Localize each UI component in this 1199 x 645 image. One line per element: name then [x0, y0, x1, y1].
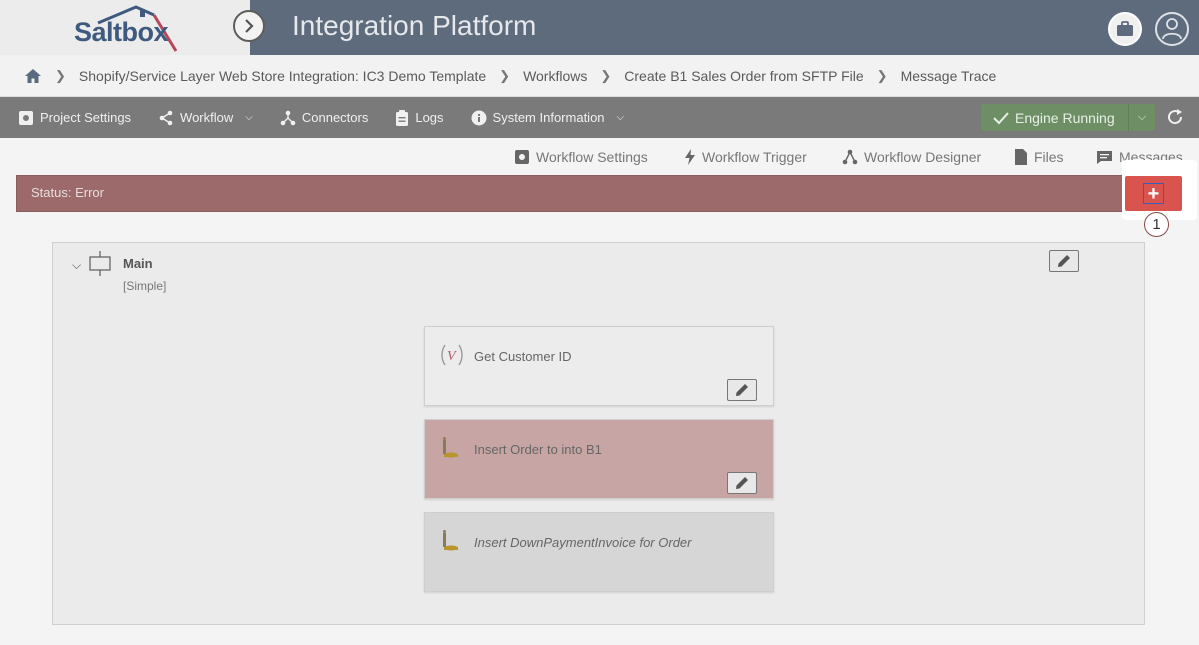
chevron-right-icon: ❯ — [876, 67, 888, 83]
app-title: Integration Platform — [292, 10, 537, 41]
breadcrumb: ❯ Shopify/Service Layer Web Store Integr… — [0, 55, 1199, 97]
chevron-down-icon: ⌵ — [245, 112, 253, 123]
user-profile-button[interactable] — [1155, 12, 1189, 46]
lightning-icon — [685, 149, 695, 165]
submenu-label: Workflow Trigger — [702, 149, 807, 165]
edit-workflow-button[interactable] — [1049, 250, 1079, 272]
step-badge: 1 — [1144, 212, 1169, 237]
briefcase-icon — [1117, 21, 1133, 36]
menu-logs[interactable]: Logs — [395, 109, 444, 126]
chevron-right-icon: ❯ — [600, 67, 612, 83]
gear-icon — [515, 150, 529, 164]
engine-status-label: Engine Running — [1015, 109, 1115, 126]
menu-label: Workflow — [180, 110, 234, 125]
submenu-workflow-settings[interactable]: Workflow Settings — [514, 149, 648, 165]
pencil-icon — [1058, 255, 1070, 267]
gear-icon — [19, 110, 33, 125]
svg-text:V: V — [447, 349, 457, 364]
connectors-icon — [280, 110, 296, 125]
breadcrumb-workflows[interactable]: Workflows — [523, 68, 587, 84]
workflow-title: Main — [123, 256, 153, 271]
menu-project-settings[interactable]: Project Settings — [18, 110, 131, 126]
workflow-type: [Simple] — [123, 279, 167, 293]
status-bar: Status: Error — [16, 175, 1181, 212]
info-icon — [471, 110, 487, 125]
step-label: Get Customer ID — [474, 349, 572, 364]
message-icon — [1097, 150, 1112, 164]
submenu-label: Files — [1034, 149, 1064, 165]
share-icon — [159, 110, 173, 125]
breadcrumb-workflow[interactable]: Create B1 Sales Order from SFTP File — [624, 68, 863, 84]
logo-area[interactable]: Saltbox — [0, 0, 250, 55]
chevron-down-icon: ⌵ — [616, 112, 625, 123]
database-insert-icon — [443, 437, 458, 458]
breadcrumb-project[interactable]: Shopify/Service Layer Web Store Integrat… — [79, 68, 486, 84]
chevron-right-icon: ❯ — [55, 67, 66, 83]
workflow-step[interactable]: Insert Order to into B1 — [424, 419, 774, 499]
menu-label: System Information — [492, 110, 605, 125]
designer-icon — [842, 149, 858, 165]
submenu-workflow-designer[interactable]: Workflow Designer — [842, 149, 981, 165]
edit-step-button[interactable] — [727, 379, 757, 401]
variable-icon: V — [441, 344, 463, 366]
expand-status-button[interactable]: + — [1125, 176, 1182, 211]
file-icon — [1015, 149, 1027, 165]
chevron-right-icon — [245, 19, 254, 33]
menu-label: Connectors — [301, 110, 369, 125]
status-text: Status: Error — [31, 185, 104, 200]
engine-status-button[interactable]: Engine Running — [981, 104, 1129, 131]
workflow-block-icon — [89, 251, 111, 276]
submenu-files[interactable]: Files — [1014, 149, 1064, 165]
workflow-step[interactable]: Insert DownPaymentInvoice for Order — [424, 512, 774, 592]
step-label: Insert DownPaymentInvoice for Order — [474, 535, 692, 550]
workflow-step[interactable]: V Get Customer ID — [424, 326, 774, 406]
user-icon — [1162, 18, 1182, 40]
chevron-down-icon[interactable]: ⌵ — [1129, 111, 1155, 124]
menu-connectors[interactable]: Connectors — [280, 110, 368, 126]
plus-icon: + — [1143, 183, 1164, 204]
chevron-down-icon[interactable]: ⌵ — [72, 258, 81, 273]
pencil-icon — [736, 477, 748, 489]
menu-label: Logs — [415, 110, 444, 125]
briefcase-button[interactable] — [1108, 12, 1142, 46]
menu-system-information[interactable]: System Information ⌵ — [471, 110, 625, 126]
engine-status-dropdown[interactable]: Engine Running ⌵ — [981, 104, 1155, 131]
step-label: Insert Order to into B1 — [474, 442, 602, 457]
check-icon — [993, 111, 1009, 124]
pencil-icon — [736, 384, 748, 396]
edit-step-button[interactable] — [727, 472, 757, 494]
clipboard-icon — [396, 109, 409, 126]
database-insert-icon — [443, 530, 458, 551]
submenu-label: Workflow Settings — [536, 149, 648, 165]
refresh-icon[interactable] — [1166, 108, 1184, 126]
home-icon[interactable] — [24, 68, 42, 84]
chevron-right-icon: ❯ — [499, 67, 511, 83]
menu-label: Project Settings — [40, 110, 132, 125]
logo-text: Saltbox — [74, 17, 169, 47]
menu-workflow[interactable]: Workflow ⌵ — [158, 110, 253, 126]
breadcrumb-current: Message Trace — [900, 67, 997, 84]
submenu-label: Workflow Designer — [864, 149, 982, 165]
nav-toggle-button[interactable] — [233, 10, 265, 42]
submenu-workflow-trigger[interactable]: Workflow Trigger — [684, 149, 807, 165]
